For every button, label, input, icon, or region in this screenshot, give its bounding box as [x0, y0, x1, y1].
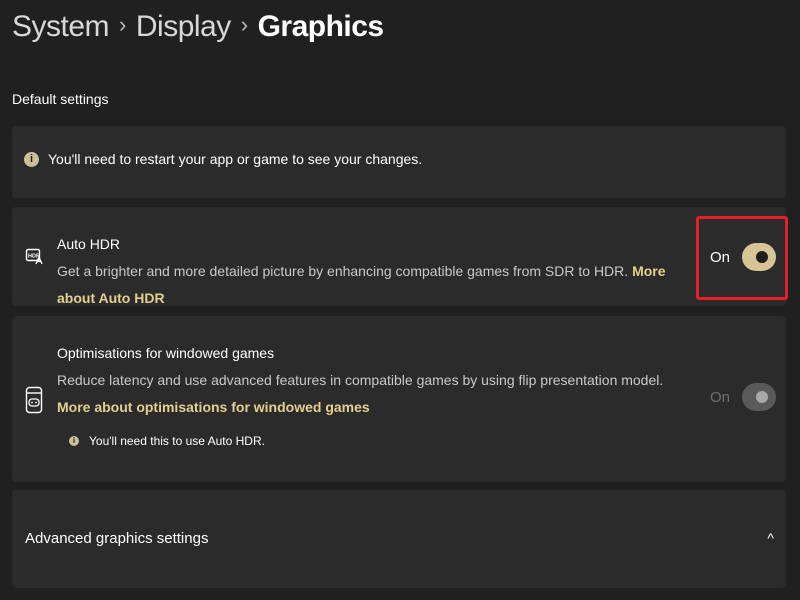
- toggle-knob: [756, 391, 768, 403]
- breadcrumb-system[interactable]: System: [12, 10, 110, 44]
- page-title: Graphics: [257, 10, 385, 43]
- windowed-games-note: i You'll need this to use Auto HDR.: [69, 434, 265, 448]
- windowed-games-note-text: You'll need this to use Auto HDR.: [89, 434, 265, 448]
- windowed-games-description: Reduce latency and use advanced features…: [57, 367, 697, 421]
- more-about-windowed-games-link[interactable]: More about optimisations for windowed ga…: [57, 399, 370, 415]
- windowed-games-setting: Optimisations for windowed games Reduce …: [12, 316, 786, 482]
- highlight-annotation: [696, 216, 788, 300]
- windowed-games-toggle-label: On: [709, 388, 730, 406]
- windowed-games-title: Optimisations for windowed games: [57, 345, 275, 361]
- game-window-icon: [25, 386, 43, 414]
- auto-hdr-setting: HDR Auto HDR Get a brighter and more det…: [12, 207, 786, 306]
- info-icon: i: [24, 152, 39, 167]
- windowed-games-toggle[interactable]: [742, 383, 776, 411]
- advanced-graphics-settings-label: Advanced graphics settings: [25, 530, 209, 547]
- breadcrumb-display[interactable]: Display: [136, 10, 231, 44]
- info-banner-text: You'll need to restart your app or game …: [48, 151, 423, 167]
- hdr-icon: HDR: [25, 248, 43, 265]
- info-icon: i: [69, 436, 79, 446]
- windowed-games-toggle-group: On: [710, 383, 776, 411]
- advanced-graphics-settings-expander[interactable]: Advanced graphics settings ^: [12, 490, 786, 588]
- section-title: Default settings: [12, 91, 109, 107]
- auto-hdr-description-text: Get a brighter and more detailed picture…: [57, 263, 629, 279]
- windowed-games-description-text: Reduce latency and use advanced features…: [57, 372, 664, 388]
- breadcrumb: System › Display › Graphics: [12, 10, 384, 44]
- chevron-right-icon: ›: [240, 12, 248, 37]
- auto-hdr-description: Get a brighter and more detailed picture…: [57, 258, 697, 312]
- auto-hdr-title: Auto HDR: [57, 236, 121, 252]
- info-banner: i You'll need to restart your app or gam…: [12, 126, 786, 198]
- chevron-right-icon: ›: [119, 12, 126, 37]
- chevron-up-icon[interactable]: ^: [767, 530, 774, 546]
